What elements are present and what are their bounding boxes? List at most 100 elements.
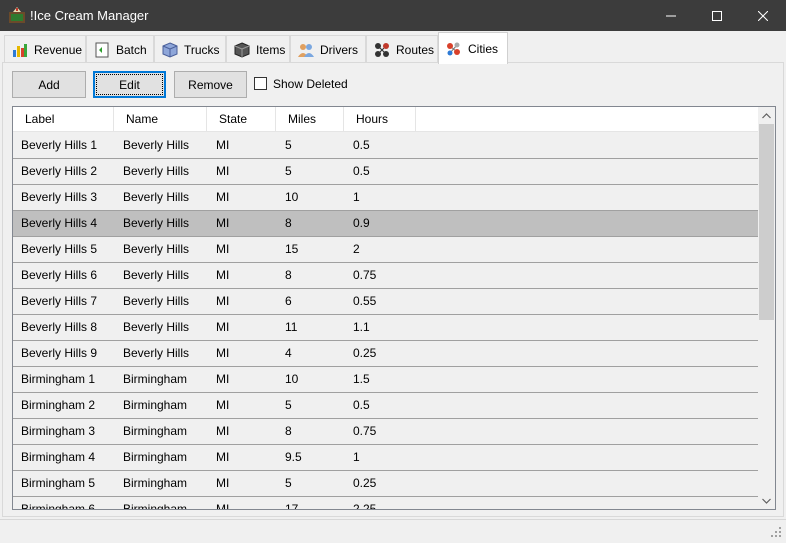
cell-label: Birmingham 2 [21, 398, 96, 412]
cell-state: MI [216, 268, 230, 282]
app-icon [9, 7, 25, 23]
molecule-icon [447, 42, 460, 55]
show-deleted-label[interactable]: Show Deleted [273, 77, 348, 91]
scroll-up-arrow[interactable] [758, 107, 775, 124]
cell-miles: 17 [285, 502, 299, 510]
tab-label: Items [256, 42, 286, 57]
cell-name: Birmingham [123, 476, 188, 490]
tab-label: Batch [116, 42, 147, 57]
table-row[interactable]: Beverly Hills 9 Beverly Hills MI 4 0.25 [13, 341, 758, 367]
cell-name: Beverly Hills [123, 216, 190, 230]
tab-drivers[interactable]: Drivers [290, 35, 366, 63]
column-header-state[interactable]: State [207, 107, 276, 132]
add-button[interactable]: Add [12, 71, 86, 98]
minimize-icon [666, 15, 676, 16]
tab-cities[interactable]: Cities [438, 32, 508, 64]
tab-trucks[interactable]: Trucks [154, 35, 226, 63]
cell-name: Beverly Hills [123, 320, 190, 334]
grid-rows: Beverly Hills 1 Beverly Hills MI 5 0.5 Beverl… [13, 133, 758, 510]
cell-hours: 0.75 [353, 424, 377, 438]
cell-miles: 8 [285, 216, 292, 230]
table-row[interactable]: Birmingham 3 Birmingham MI 8 0.75 [13, 419, 758, 445]
notepad-icon [95, 42, 109, 57]
table-row[interactable]: Beverly Hills 4 Beverly Hills MI 8 0.9 [13, 211, 758, 237]
column-header-name[interactable]: Name [114, 107, 207, 132]
table-row[interactable]: Birmingham 6 Birmingham MI 17 2.25 [13, 497, 758, 510]
cell-miles: 6 [285, 294, 292, 308]
cell-label: Birmingham 1 [21, 372, 96, 386]
table-row[interactable]: Birmingham 4 Birmingham MI 9.5 1 [13, 445, 758, 471]
cell-miles: 4 [285, 346, 292, 360]
edit-button[interactable]: Edit [93, 71, 166, 98]
scroll-down-arrow[interactable] [758, 492, 775, 509]
cell-name: Birmingham [123, 372, 188, 386]
tab-label: Revenue [34, 42, 83, 57]
cell-label: Birmingham 5 [21, 476, 96, 490]
cell-hours: 0.5 [353, 138, 370, 152]
cell-miles: 11 [285, 320, 298, 334]
cell-label: Birmingham 3 [21, 424, 96, 438]
table-row[interactable]: Beverly Hills 1 Beverly Hills MI 5 0.5 [13, 133, 758, 159]
cell-hours: 0.75 [353, 268, 377, 282]
cell-hours: 2.25 [353, 502, 377, 510]
cell-name: Beverly Hills [123, 268, 190, 282]
tab-strip: Revenue Batch Trucks Items Drivers Route… [0, 31, 786, 83]
cell-miles: 8 [285, 268, 292, 282]
chevron-down-icon [762, 498, 771, 504]
scroll-thumb[interactable] [759, 124, 774, 320]
cell-label: Beverly Hills 9 [21, 346, 98, 360]
minimize-button[interactable] [648, 0, 694, 31]
resize-grip-icon[interactable] [770, 526, 782, 538]
cell-state: MI [216, 242, 230, 256]
cell-label: Beverly Hills 7 [21, 294, 98, 308]
cell-name: Birmingham [123, 424, 188, 438]
cell-miles: 5 [285, 138, 292, 152]
column-header-hours[interactable]: Hours [344, 107, 416, 132]
cell-hours: 1 [353, 450, 360, 464]
cell-state: MI [216, 476, 230, 490]
column-header-miles[interactable]: Miles [276, 107, 344, 132]
table-row[interactable]: Birmingham 5 Birmingham MI 5 0.25 [13, 471, 758, 497]
tab-items[interactable]: Items [226, 35, 290, 63]
people-icon [298, 43, 314, 57]
cell-state: MI [216, 372, 230, 386]
cell-label: Beverly Hills 2 [21, 164, 98, 178]
table-row[interactable]: Beverly Hills 7 Beverly Hills MI 6 0.55 [13, 289, 758, 315]
table-row[interactable]: Birmingham 2 Birmingham MI 5 0.5 [13, 393, 758, 419]
cell-state: MI [216, 216, 230, 230]
cell-hours: 0.5 [353, 398, 370, 412]
table-row[interactable]: Birmingham 1 Birmingham MI 10 1.5 [13, 367, 758, 393]
cell-label: Beverly Hills 1 [21, 138, 98, 152]
tab-label: Trucks [184, 42, 220, 57]
table-row[interactable]: Beverly Hills 2 Beverly Hills MI 5 0.5 [13, 159, 758, 185]
cell-label: Birmingham 6 [21, 502, 96, 510]
cell-name: Beverly Hills [123, 346, 190, 360]
cell-miles: 10 [285, 372, 299, 386]
tab-revenue[interactable]: Revenue [4, 35, 86, 63]
remove-button[interactable]: Remove [174, 71, 247, 98]
table-row[interactable]: Beverly Hills 3 Beverly Hills MI 10 1 [13, 185, 758, 211]
cities-grid[interactable]: Label Name State Miles Hours Beverly Hil… [12, 106, 776, 510]
cell-name: Birmingham [123, 398, 188, 412]
cell-miles: 5 [285, 398, 292, 412]
vertical-scrollbar[interactable] [758, 107, 775, 509]
cell-state: MI [216, 502, 230, 510]
tab-batch[interactable]: Batch [86, 35, 154, 63]
status-bar [0, 519, 786, 543]
table-row[interactable]: Beverly Hills 6 Beverly Hills MI 8 0.75 [13, 263, 758, 289]
show-deleted-checkbox[interactable] [254, 77, 267, 90]
close-button[interactable] [740, 0, 786, 31]
maximize-button[interactable] [694, 0, 740, 31]
maximize-icon [712, 10, 722, 21]
table-row[interactable]: Beverly Hills 5 Beverly Hills MI 15 2 [13, 237, 758, 263]
cell-miles: 5 [285, 164, 292, 178]
tab-routes[interactable]: Routes [366, 35, 438, 63]
network-icon [375, 42, 389, 57]
cell-name: Beverly Hills [123, 190, 190, 204]
cell-hours: 0.25 [353, 346, 377, 360]
cell-miles: 15 [285, 242, 299, 256]
table-row[interactable]: Beverly Hills 8 Beverly Hills MI 11 1.1 [13, 315, 758, 341]
column-header-label[interactable]: Label [13, 107, 114, 132]
grid-header: Label Name State Miles Hours [13, 107, 758, 132]
cell-label: Beverly Hills 8 [21, 320, 98, 334]
